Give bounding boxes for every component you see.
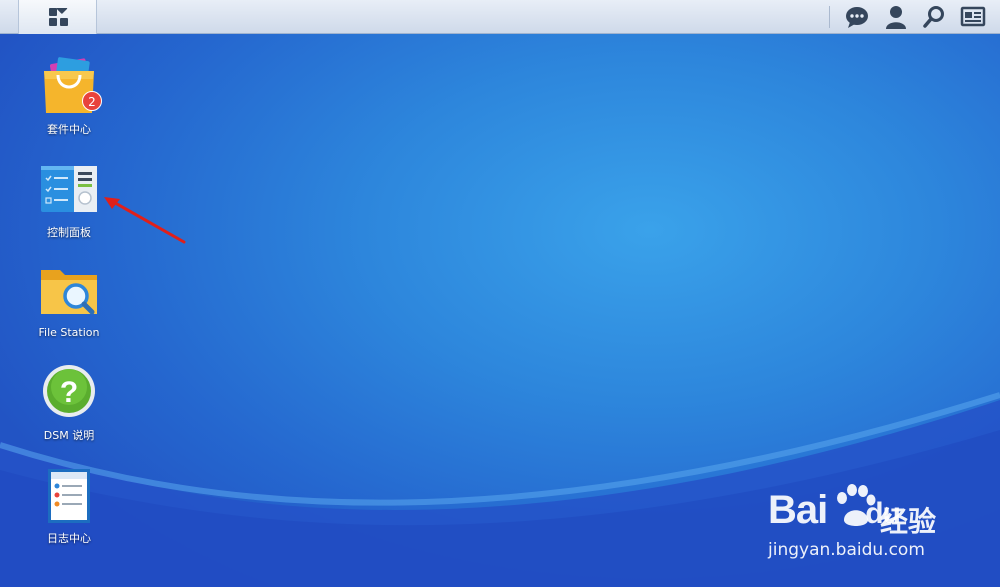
taskbar-separator (829, 6, 830, 28)
app-label: File Station (38, 326, 100, 339)
user-icon (886, 6, 906, 29)
taskbar (0, 0, 1000, 34)
help-icon: ? (43, 365, 95, 417)
desktop: 2 套件中心 控制面板 File Station ? DSM 说明 日志中心 B… (0, 0, 1000, 587)
baidu-watermark: Bai du 经验 jingyan.baidu.com (760, 478, 990, 568)
chat-icon (846, 7, 868, 28)
watermark-cn: 经验 (880, 505, 937, 538)
annotation-arrow (104, 197, 186, 244)
paw-icon (837, 484, 876, 526)
watermark-url: jingyan.baidu.com (768, 540, 925, 560)
widgets-icon (960, 6, 986, 27)
app-dsm-help[interactable]: ? DSM 说明 (19, 363, 119, 443)
app-log-center[interactable]: 日志中心 (19, 466, 119, 546)
user-button[interactable] (883, 5, 909, 29)
svg-text:?: ? (60, 376, 78, 409)
file-station-icon (41, 270, 97, 315)
app-label: 套件中心 (47, 123, 91, 136)
search-icon (923, 6, 944, 28)
main-menu-button[interactable] (18, 0, 97, 34)
grid-icon (49, 8, 68, 26)
log-center-icon (48, 469, 90, 523)
chat-button[interactable] (844, 5, 870, 29)
control-panel-icon (41, 166, 97, 212)
update-badge: 2 (82, 91, 102, 111)
app-package-center[interactable]: 2 套件中心 (19, 57, 119, 137)
app-label: DSM 说明 (43, 429, 95, 442)
search-button[interactable] (921, 5, 947, 29)
widgets-button[interactable] (960, 5, 986, 29)
app-file-station[interactable]: File Station (19, 262, 119, 339)
app-label: 日志中心 (47, 532, 91, 545)
